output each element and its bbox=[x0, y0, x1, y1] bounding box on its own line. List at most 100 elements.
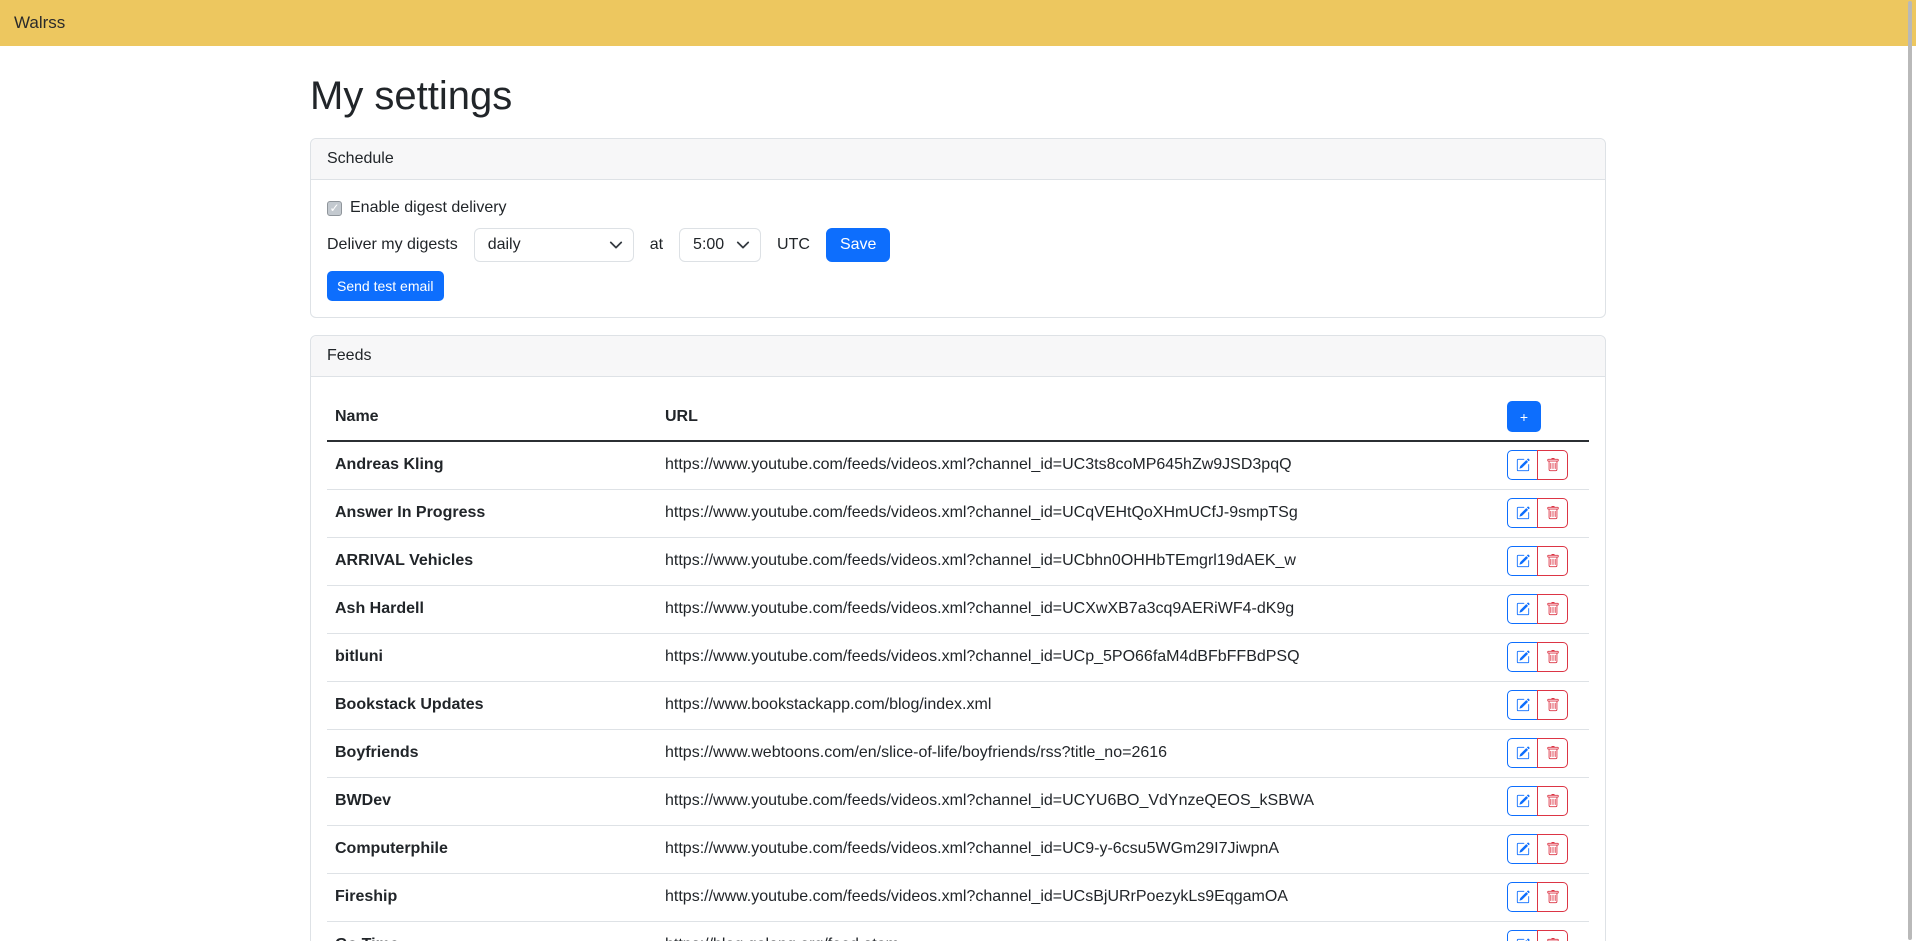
pencil-square-icon bbox=[1516, 698, 1530, 712]
chevron-down-icon bbox=[609, 238, 623, 252]
table-row: bitluni https://www.youtube.com/feeds/vi… bbox=[327, 633, 1589, 681]
navbar: Walrss bbox=[0, 0, 1916, 46]
edit-feed-button[interactable] bbox=[1507, 882, 1538, 912]
feed-url-cell: https://www.bookstackapp.com/blog/index.… bbox=[657, 681, 1499, 729]
frequency-selected-value: daily bbox=[488, 236, 521, 254]
edit-feed-button[interactable] bbox=[1507, 450, 1538, 480]
edit-feed-button[interactable] bbox=[1507, 834, 1538, 864]
delete-feed-button[interactable] bbox=[1537, 786, 1568, 816]
trash-icon bbox=[1546, 506, 1560, 520]
edit-feed-button[interactable] bbox=[1507, 738, 1538, 768]
column-header-actions: + bbox=[1499, 393, 1589, 441]
pencil-square-icon bbox=[1516, 842, 1530, 856]
trash-icon bbox=[1546, 602, 1560, 616]
feed-actions-cell bbox=[1499, 825, 1589, 873]
feed-name-cell: Answer In Progress bbox=[327, 489, 657, 537]
feeds-card: Feeds Name URL + Andreas Kling h bbox=[310, 335, 1606, 941]
pencil-square-icon bbox=[1516, 458, 1530, 472]
table-row: ARRIVAL Vehicles https://www.youtube.com… bbox=[327, 537, 1589, 585]
feed-actions-cell bbox=[1499, 729, 1589, 777]
trash-icon bbox=[1546, 842, 1560, 856]
edit-feed-button[interactable] bbox=[1507, 498, 1538, 528]
feed-url-cell: https://www.youtube.com/feeds/videos.xml… bbox=[657, 777, 1499, 825]
delete-feed-button[interactable] bbox=[1537, 738, 1568, 768]
feed-name-cell: Andreas Kling bbox=[327, 441, 657, 489]
time-selected-value: 5:00 bbox=[693, 236, 724, 254]
send-test-email-button[interactable]: Send test email bbox=[327, 271, 444, 301]
feed-actions-cell bbox=[1499, 489, 1589, 537]
delete-feed-button[interactable] bbox=[1537, 642, 1568, 672]
table-row: Answer In Progress https://www.youtube.c… bbox=[327, 489, 1589, 537]
feed-name-cell: bitluni bbox=[327, 633, 657, 681]
edit-feed-button[interactable] bbox=[1507, 786, 1538, 816]
edit-feed-button[interactable] bbox=[1507, 930, 1538, 941]
enable-digest-row: ✓ Enable digest delivery bbox=[327, 196, 1589, 220]
main-content: My settings Schedule ✓ Enable digest del… bbox=[310, 72, 1606, 941]
trash-icon bbox=[1546, 890, 1560, 904]
schedule-card-header: Schedule bbox=[311, 139, 1605, 180]
schedule-card: Schedule ✓ Enable digest delivery Delive… bbox=[310, 138, 1606, 318]
at-label: at bbox=[650, 236, 663, 254]
feeds-card-header: Feeds bbox=[311, 336, 1605, 377]
trash-icon bbox=[1546, 458, 1560, 472]
pencil-square-icon bbox=[1516, 890, 1530, 904]
feed-name-cell: ARRIVAL Vehicles bbox=[327, 537, 657, 585]
frequency-select[interactable]: daily bbox=[474, 228, 634, 262]
edit-feed-button[interactable] bbox=[1507, 642, 1538, 672]
time-select[interactable]: 5:00 bbox=[679, 228, 761, 262]
table-row: Go Time https://blog.golang.org/feed.ato… bbox=[327, 921, 1589, 941]
feed-actions-group bbox=[1507, 450, 1568, 480]
feed-actions-cell bbox=[1499, 633, 1589, 681]
trash-icon bbox=[1546, 746, 1560, 760]
delete-feed-button[interactable] bbox=[1537, 690, 1568, 720]
edit-feed-button[interactable] bbox=[1507, 594, 1538, 624]
column-header-url: URL bbox=[657, 393, 1499, 441]
delete-feed-button[interactable] bbox=[1537, 882, 1568, 912]
enable-digest-checkbox[interactable]: ✓ bbox=[327, 201, 342, 216]
delete-feed-button[interactable] bbox=[1537, 546, 1568, 576]
delete-feed-button[interactable] bbox=[1537, 930, 1568, 941]
feed-url-cell: https://blog.golang.org/feed.atom bbox=[657, 921, 1499, 941]
table-row: BWDev https://www.youtube.com/feeds/vide… bbox=[327, 777, 1589, 825]
feed-name-cell: Boyfriends bbox=[327, 729, 657, 777]
table-row: Fireship https://www.youtube.com/feeds/v… bbox=[327, 873, 1589, 921]
page-title: My settings bbox=[310, 72, 1606, 120]
navbar-brand[interactable]: Walrss bbox=[14, 13, 65, 33]
pencil-square-icon bbox=[1516, 554, 1530, 568]
save-button[interactable]: Save bbox=[826, 228, 890, 262]
table-row: Boyfriends https://www.webtoons.com/en/s… bbox=[327, 729, 1589, 777]
feed-url-cell: https://www.youtube.com/feeds/videos.xml… bbox=[657, 873, 1499, 921]
delete-feed-button[interactable] bbox=[1537, 834, 1568, 864]
feed-actions-group bbox=[1507, 738, 1568, 768]
enable-digest-label[interactable]: Enable digest delivery bbox=[350, 199, 507, 217]
deliver-label: Deliver my digests bbox=[327, 236, 458, 254]
delete-feed-button[interactable] bbox=[1537, 594, 1568, 624]
feed-name-cell: Ash Hardell bbox=[327, 585, 657, 633]
delivery-controls-row: Deliver my digests daily at 5:00 UTC Sav… bbox=[327, 228, 1589, 262]
feed-actions-cell bbox=[1499, 921, 1589, 941]
trash-icon bbox=[1546, 554, 1560, 568]
vertical-scrollbar[interactable] bbox=[1908, 1, 1912, 940]
delete-feed-button[interactable] bbox=[1537, 450, 1568, 480]
checkbox-check-icon: ✓ bbox=[329, 202, 339, 214]
feeds-table: Name URL + Andreas Kling https://www.you… bbox=[327, 393, 1589, 941]
chevron-down-icon bbox=[736, 238, 750, 252]
table-row: Bookstack Updates https://www.bookstacka… bbox=[327, 681, 1589, 729]
feed-actions-cell bbox=[1499, 537, 1589, 585]
feed-actions-group bbox=[1507, 594, 1568, 624]
feed-url-cell: https://www.youtube.com/feeds/videos.xml… bbox=[657, 441, 1499, 489]
add-feed-button[interactable]: + bbox=[1507, 401, 1541, 432]
table-row: Ash Hardell https://www.youtube.com/feed… bbox=[327, 585, 1589, 633]
delete-feed-button[interactable] bbox=[1537, 498, 1568, 528]
edit-feed-button[interactable] bbox=[1507, 690, 1538, 720]
trash-icon bbox=[1546, 794, 1560, 808]
feed-name-cell: Bookstack Updates bbox=[327, 681, 657, 729]
edit-feed-button[interactable] bbox=[1507, 546, 1538, 576]
timezone-label: UTC bbox=[777, 236, 810, 254]
table-row: Computerphile https://www.youtube.com/fe… bbox=[327, 825, 1589, 873]
schedule-card-body: ✓ Enable digest delivery Deliver my dige… bbox=[311, 180, 1605, 317]
feed-actions-cell bbox=[1499, 585, 1589, 633]
feed-actions-group bbox=[1507, 546, 1568, 576]
pencil-square-icon bbox=[1516, 602, 1530, 616]
pencil-square-icon bbox=[1516, 794, 1530, 808]
